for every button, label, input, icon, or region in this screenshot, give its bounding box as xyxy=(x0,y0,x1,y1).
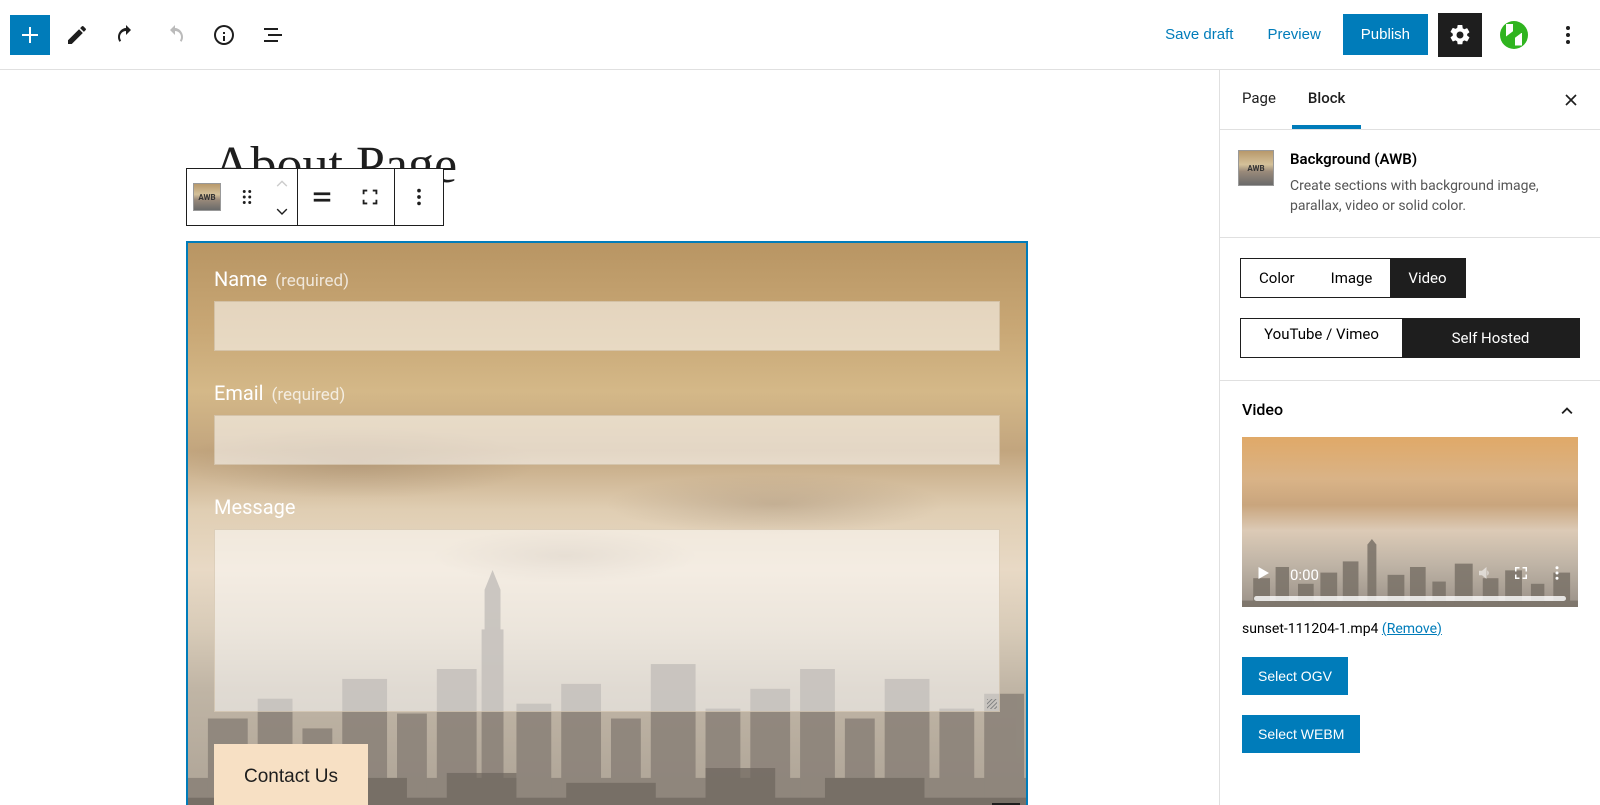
message-textarea[interactable] xyxy=(214,529,1000,712)
close-icon xyxy=(1561,90,1581,110)
editor-canvas[interactable]: About Page AWB xyxy=(0,70,1219,805)
info-button[interactable] xyxy=(202,13,246,57)
play-icon xyxy=(1254,564,1272,582)
email-label: Email(required) xyxy=(214,381,1000,405)
chevron-down-icon xyxy=(274,205,290,217)
info-icon xyxy=(212,23,236,47)
pencil-icon xyxy=(65,23,89,47)
jetpack-icon xyxy=(1500,21,1528,49)
toolbar-left xyxy=(10,13,295,57)
fullwidth-button[interactable] xyxy=(346,169,394,225)
video-panel-header[interactable]: Video xyxy=(1220,381,1600,433)
redo-button[interactable] xyxy=(153,13,197,57)
block-card-title: Background (AWB) xyxy=(1290,150,1582,168)
video-source-self[interactable]: Self Hosted xyxy=(1402,319,1579,357)
jetpack-button[interactable] xyxy=(1492,13,1536,57)
move-down-button[interactable] xyxy=(267,197,297,225)
bg-type-image[interactable]: Image xyxy=(1313,259,1391,297)
block-toolbar: AWB xyxy=(186,168,444,226)
plus-icon xyxy=(18,23,42,47)
block-card-desc: Create sections with background image, p… xyxy=(1290,176,1582,217)
bg-type-color[interactable]: Color xyxy=(1241,259,1313,297)
awb-background-block[interactable]: Name(required) Email(required) Message C… xyxy=(186,241,1028,805)
email-input[interactable] xyxy=(214,415,1000,465)
edit-mode-button[interactable] xyxy=(55,13,99,57)
editor-main: About Page AWB xyxy=(0,70,1600,805)
more-vertical-icon xyxy=(1556,23,1580,47)
tab-page[interactable]: Page xyxy=(1220,70,1292,129)
settings-button[interactable] xyxy=(1438,13,1482,57)
editor-top-toolbar: Save draft Preview Publish xyxy=(0,0,1600,70)
more-vertical-icon xyxy=(1548,564,1566,582)
drag-icon xyxy=(236,186,258,208)
awb-icon: AWB xyxy=(1238,150,1274,186)
video-source-toggle: YouTube / Vimeo Self Hosted xyxy=(1240,318,1580,358)
contact-submit-button[interactable]: Contact Us xyxy=(214,744,368,805)
video-source-youtube[interactable]: YouTube / Vimeo xyxy=(1241,319,1402,357)
redo-icon xyxy=(163,23,187,47)
mute-button[interactable] xyxy=(1476,564,1494,586)
video-progress[interactable] xyxy=(1254,596,1566,601)
select-ogv-button[interactable]: Select OGV xyxy=(1242,657,1348,695)
align-wide-icon xyxy=(311,186,333,208)
block-card: AWB Background (AWB) Create sections wit… xyxy=(1220,130,1600,238)
gear-icon xyxy=(1448,23,1472,47)
align-button[interactable] xyxy=(298,169,346,225)
chevron-up-icon xyxy=(274,177,290,189)
more-options-button[interactable] xyxy=(1546,13,1590,57)
drag-handle[interactable] xyxy=(227,169,267,225)
sidebar-tabs: Page Block xyxy=(1220,70,1600,130)
fullscreen-button[interactable] xyxy=(1512,564,1530,586)
bg-type-video[interactable]: Video xyxy=(1390,259,1464,297)
undo-button[interactable] xyxy=(104,13,148,57)
bg-type-toggle: Color Image Video xyxy=(1240,258,1466,298)
select-webm-button[interactable]: Select WEBM xyxy=(1242,715,1360,753)
toolbar-right: Save draft Preview Publish xyxy=(1153,13,1590,57)
video-more-button[interactable] xyxy=(1548,564,1566,586)
contact-form: Name(required) Email(required) Message C… xyxy=(188,243,1026,805)
block-type-button[interactable]: AWB xyxy=(187,169,227,225)
preview-button[interactable]: Preview xyxy=(1255,18,1332,51)
fullscreen-icon xyxy=(359,186,381,208)
video-preview[interactable]: 0:00 xyxy=(1242,437,1578,607)
tab-block[interactable]: Block xyxy=(1292,70,1361,129)
video-controls: 0:00 xyxy=(1242,554,1578,607)
outline-button[interactable] xyxy=(251,13,295,57)
name-label: Name(required) xyxy=(214,267,1000,291)
publish-button[interactable]: Publish xyxy=(1343,14,1428,55)
message-label: Message xyxy=(214,495,1000,519)
settings-sidebar: Page Block AWB Background (AWB) Create s… xyxy=(1219,70,1600,805)
play-button[interactable] xyxy=(1254,564,1272,586)
fullscreen-icon xyxy=(1512,564,1530,582)
add-block-button[interactable] xyxy=(10,15,50,55)
undo-icon xyxy=(114,23,138,47)
video-filename: sunset-111204-1.mp4 (Remove) xyxy=(1242,621,1578,637)
move-arrows xyxy=(267,169,297,225)
close-sidebar-button[interactable] xyxy=(1556,85,1586,115)
awb-icon: AWB xyxy=(193,183,221,211)
block-more-button[interactable] xyxy=(395,169,443,225)
more-vertical-icon xyxy=(408,186,430,208)
volume-icon xyxy=(1476,564,1494,582)
list-view-icon xyxy=(261,23,285,47)
move-up-button[interactable] xyxy=(267,169,297,197)
remove-video-link[interactable]: (Remove) xyxy=(1382,621,1442,637)
chevron-up-icon xyxy=(1556,399,1578,421)
save-draft-button[interactable]: Save draft xyxy=(1153,18,1245,51)
name-input[interactable] xyxy=(214,301,1000,351)
video-time: 0:00 xyxy=(1290,566,1319,584)
